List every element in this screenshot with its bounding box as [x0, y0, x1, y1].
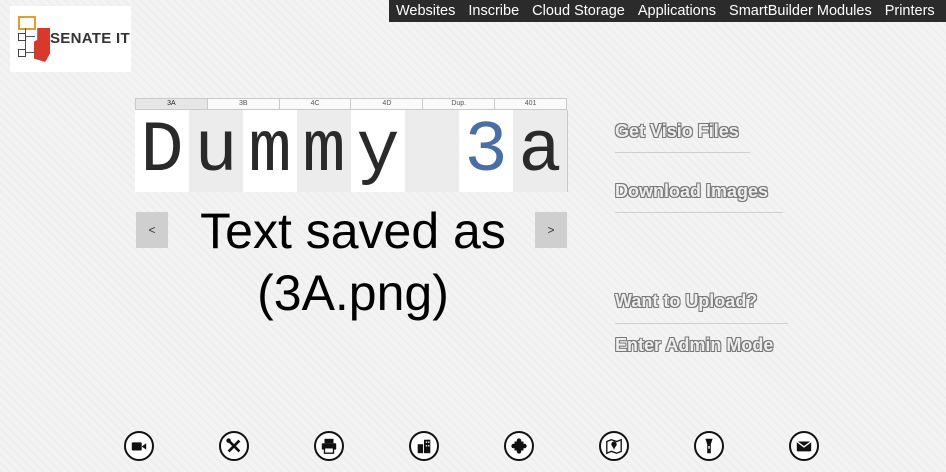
logo-brand-text: SENATE IT	[50, 30, 130, 47]
nav-smartbuilder-modules[interactable]: SmartBuilder Modules	[729, 3, 872, 19]
enter-admin-mode-link[interactable]: Enter Admin Mode	[615, 335, 773, 356]
top-nav: Websites Inscribe Cloud Storage Applicat…	[389, 0, 946, 22]
logo-node	[18, 49, 26, 57]
senate-it-logo[interactable]: SENATE IT	[10, 6, 131, 72]
logo-line	[25, 52, 35, 53]
tab-dup[interactable]: Dup.	[423, 99, 496, 109]
preview-char	[405, 110, 459, 192]
want-to-upload-link[interactable]: Want to Upload?	[615, 291, 757, 312]
logo-line	[25, 36, 35, 37]
preview-char: m	[297, 110, 351, 192]
preview-char: D	[135, 110, 189, 192]
preview-char: m	[243, 110, 297, 192]
font-tabs: 3A 3B 4C 4D Dup. 401	[135, 98, 567, 110]
preview-char: 3	[459, 110, 513, 192]
logo-node	[18, 33, 26, 41]
save-status-line1: Text saved as	[200, 203, 506, 259]
preview-char: u	[189, 110, 243, 192]
printer-icon[interactable]	[314, 431, 344, 461]
preview-char: y	[351, 110, 405, 192]
get-visio-files-link[interactable]: Get Visio Files	[615, 121, 739, 142]
divider	[615, 212, 783, 213]
puzzle-icon[interactable]	[504, 431, 534, 461]
monitor-icon	[18, 16, 36, 30]
save-status-line2: (3A.png)	[257, 265, 449, 321]
tab-401[interactable]: 401	[495, 99, 566, 109]
tab-4c[interactable]: 4C	[280, 99, 352, 109]
nav-websites[interactable]: Websites	[396, 3, 455, 19]
nav-cloud-storage[interactable]: Cloud Storage	[532, 3, 625, 19]
mail-icon[interactable]	[789, 431, 819, 461]
tab-4d[interactable]: 4D	[351, 99, 424, 109]
flashlight-icon[interactable]	[694, 431, 724, 461]
tab-3b[interactable]: 3B	[208, 99, 280, 109]
nav-inscribe[interactable]: Inscribe	[468, 3, 519, 19]
next-button[interactable]: >	[535, 212, 567, 248]
nav-printers[interactable]: Printers	[885, 3, 935, 19]
save-status: Text saved as (3A.png)	[168, 200, 538, 324]
prev-button[interactable]: <	[136, 212, 168, 248]
divider	[615, 152, 750, 153]
tools-icon[interactable]	[219, 431, 249, 461]
preview-char: a	[513, 110, 567, 192]
video-icon[interactable]	[124, 431, 154, 461]
download-images-link[interactable]: Download Images	[615, 181, 768, 202]
indiana-state-icon	[34, 28, 50, 62]
nav-applications[interactable]: Applications	[638, 3, 716, 19]
divider	[615, 323, 788, 324]
map-pin-icon[interactable]	[599, 431, 629, 461]
tab-3a[interactable]: 3A	[136, 99, 208, 109]
text-preview: D u m m y 3 a	[135, 110, 568, 192]
buildings-icon[interactable]	[409, 431, 439, 461]
